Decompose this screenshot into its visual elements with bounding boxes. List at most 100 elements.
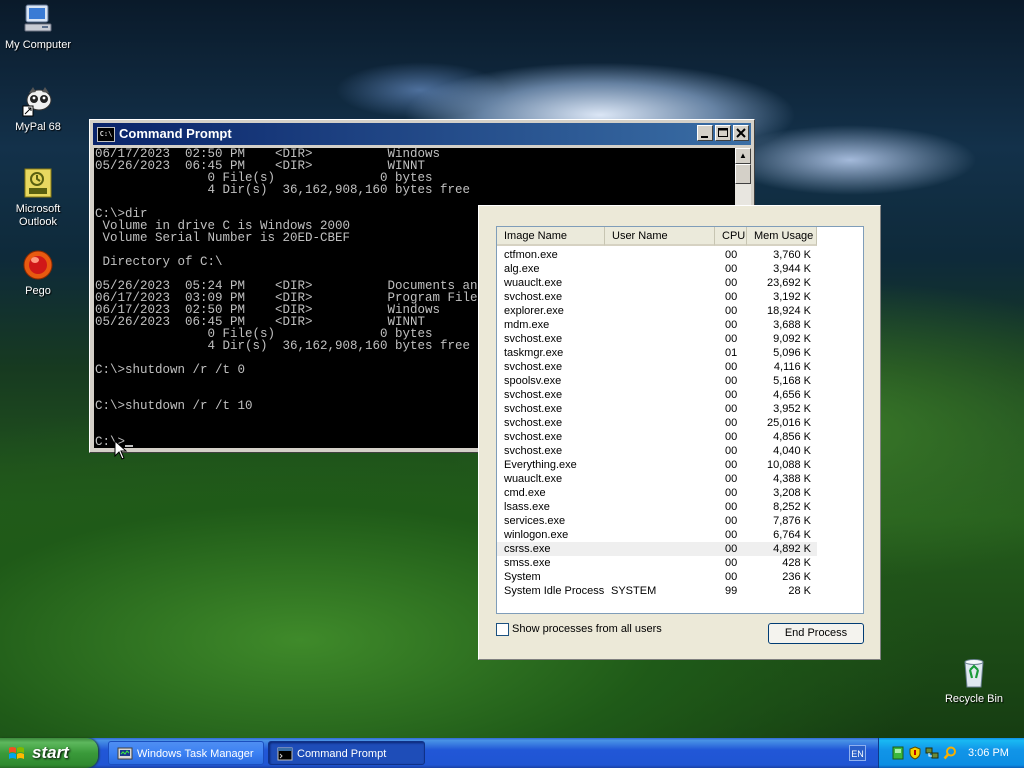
- maximize-button[interactable]: [715, 125, 731, 141]
- process-row[interactable]: svchost.exe 00 4,656 K: [497, 388, 817, 402]
- process-name-cell: svchost.exe: [504, 291, 563, 303]
- process-row[interactable]: services.exe 00 7,876 K: [497, 514, 817, 528]
- process-name-cell: lsass.exe: [504, 501, 550, 513]
- desktop-icon-recycle-bin[interactable]: Recycle Bin: [934, 656, 1014, 706]
- desktop-icon-my-computer[interactable]: My Computer: [0, 2, 78, 52]
- process-row[interactable]: System Idle Process SYSTEM 99 28 K: [497, 584, 817, 598]
- process-row[interactable]: svchost.exe 00 4,856 K: [497, 430, 817, 444]
- minimize-icon: [701, 136, 708, 138]
- taskbar-item-task-manager[interactable]: Windows Task Manager: [108, 741, 264, 765]
- process-cpu-cell: 00: [725, 571, 738, 583]
- connection-icon[interactable]: [925, 746, 939, 760]
- desktop-icon-label: Recycle Bin: [944, 693, 1004, 705]
- process-name-cell: services.exe: [504, 515, 566, 527]
- desktop-icon-mypal[interactable]: MyPal 68: [0, 84, 78, 134]
- cmd-icon: [277, 747, 293, 761]
- column-header-cpu[interactable]: CPU: [715, 227, 747, 246]
- process-name-cell: svchost.exe: [504, 431, 563, 443]
- process-mem-cell: 5,168 K: [773, 375, 811, 387]
- process-cpu-cell: 00: [725, 543, 738, 555]
- column-header-user-name[interactable]: User Name: [605, 227, 715, 246]
- process-name-cell: winlogon.exe: [504, 529, 569, 541]
- process-row[interactable]: svchost.exe 00 3,192 K: [497, 290, 817, 304]
- column-header-image-name[interactable]: Image Name: [497, 227, 605, 246]
- process-row[interactable]: svchost.exe 00 3,952 K: [497, 402, 817, 416]
- task-manager-icon: [117, 747, 133, 760]
- process-name-cell: alg.exe: [504, 263, 540, 275]
- process-mem-cell: 236 K: [782, 571, 811, 583]
- task-manager-window[interactable]: Image Name User Name CPU Mem Usage ctfmo…: [478, 205, 881, 660]
- process-list[interactable]: Image Name User Name CPU Mem Usage ctfmo…: [496, 226, 864, 614]
- process-mem-cell: 8,252 K: [773, 501, 811, 513]
- security-shield-icon[interactable]: [908, 746, 922, 760]
- scroll-thumb[interactable]: [735, 164, 751, 184]
- process-cpu-cell: 00: [725, 305, 738, 317]
- cmd-titlebar[interactable]: C:\ Command Prompt: [93, 123, 751, 145]
- desktop-icon-pego[interactable]: Pego: [0, 248, 78, 298]
- process-row[interactable]: spoolsv.exe 00 5,168 K: [497, 374, 817, 388]
- process-name-cell: csrss.exe: [504, 543, 551, 555]
- process-row[interactable]: lsass.exe 00 8,252 K: [497, 500, 817, 514]
- process-mem-cell: 5,096 K: [773, 347, 811, 359]
- process-row[interactable]: svchost.exe 00 4,116 K: [497, 360, 817, 374]
- taskbar-item-command-prompt[interactable]: Command Prompt: [268, 741, 425, 765]
- close-button[interactable]: [733, 125, 749, 141]
- process-row[interactable]: winlogon.exe 00 6,764 K: [497, 528, 817, 542]
- process-row[interactable]: taskmgr.exe 01 5,096 K: [497, 346, 817, 360]
- process-row[interactable]: svchost.exe 00 9,092 K: [497, 332, 817, 346]
- process-cpu-cell: 00: [725, 557, 738, 569]
- process-mem-cell: 28 K: [788, 585, 811, 597]
- search-icon[interactable]: [943, 746, 957, 760]
- process-row[interactable]: wuauclt.exe 00 23,692 K: [497, 276, 817, 290]
- column-header-mem-usage[interactable]: Mem Usage: [747, 227, 817, 246]
- close-icon: [736, 128, 746, 138]
- start-button[interactable]: start: [0, 738, 98, 768]
- process-cpu-cell: 00: [725, 361, 738, 373]
- clock[interactable]: 3:06 PM: [968, 738, 1009, 768]
- process-name-cell: mdm.exe: [504, 319, 550, 331]
- desktop-icon-outlook[interactable]: Microsoft Outlook: [0, 166, 78, 229]
- process-mem-cell: 3,944 K: [773, 263, 811, 275]
- language-indicator[interactable]: EN: [849, 745, 866, 761]
- scroll-up-button[interactable]: ▲: [735, 148, 751, 164]
- process-mem-cell: 25,016 K: [766, 417, 811, 429]
- process-row[interactable]: smss.exe 00 428 K: [497, 556, 817, 570]
- process-cpu-cell: 00: [725, 445, 738, 457]
- process-mem-cell: 18,924 K: [766, 305, 811, 317]
- process-mem-cell: 3,208 K: [773, 487, 811, 499]
- minimize-button[interactable]: [697, 125, 713, 141]
- process-cpu-cell: 00: [725, 501, 738, 513]
- process-name-cell: Everything.exe: [504, 459, 577, 471]
- process-row[interactable]: wuauclt.exe 00 4,388 K: [497, 472, 817, 486]
- process-mem-cell: 4,856 K: [773, 431, 811, 443]
- process-mem-cell: 3,952 K: [773, 403, 811, 415]
- process-row[interactable]: svchost.exe 00 4,040 K: [497, 444, 817, 458]
- process-name-cell: svchost.exe: [504, 333, 563, 345]
- process-row[interactable]: csrss.exe 00 4,892 K: [497, 542, 817, 556]
- process-row[interactable]: Everything.exe 00 10,088 K: [497, 458, 817, 472]
- process-mem-cell: 9,092 K: [773, 333, 811, 345]
- process-name-cell: wuauclt.exe: [504, 277, 563, 289]
- outlook-icon: [21, 166, 55, 200]
- process-cpu-cell: 00: [725, 417, 738, 429]
- process-row[interactable]: alg.exe 00 3,944 K: [497, 262, 817, 276]
- desktop-icon-label: Pego: [25, 285, 51, 297]
- end-process-button[interactable]: End Process: [768, 623, 864, 644]
- windows-flag-icon: [9, 747, 24, 759]
- process-cpu-cell: 00: [725, 263, 738, 275]
- desktop-icon-label-line2: Outlook: [19, 216, 57, 228]
- process-cpu-cell: 00: [725, 515, 738, 527]
- process-row[interactable]: System 00 236 K: [497, 570, 817, 584]
- computer-icon: [21, 2, 55, 36]
- process-cpu-cell: 00: [725, 277, 738, 289]
- process-row[interactable]: svchost.exe 00 25,016 K: [497, 416, 817, 430]
- process-row[interactable]: cmd.exe 00 3,208 K: [497, 486, 817, 500]
- show-all-processes-checkbox[interactable]: [496, 623, 509, 636]
- cmd-icon: C:\: [97, 127, 115, 142]
- process-row[interactable]: ctfmon.exe 00 3,760 K: [497, 248, 817, 262]
- process-row[interactable]: explorer.exe 00 18,924 K: [497, 304, 817, 318]
- network-icon[interactable]: [891, 746, 905, 760]
- process-row[interactable]: mdm.exe 00 3,688 K: [497, 318, 817, 332]
- pego-icon: [21, 248, 55, 282]
- start-label: start: [32, 743, 69, 762]
